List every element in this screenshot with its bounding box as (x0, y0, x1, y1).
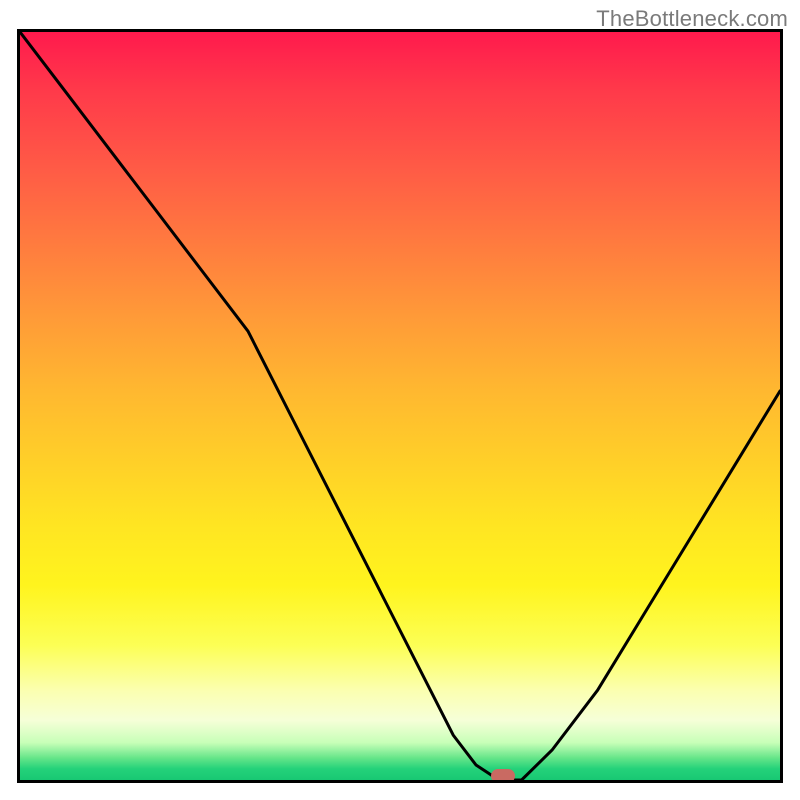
watermark-text: TheBottleneck.com (596, 6, 788, 32)
bottleneck-curve (20, 32, 780, 780)
curve-layer (20, 32, 780, 780)
chart-container: TheBottleneck.com (0, 0, 800, 800)
plot-frame (17, 29, 783, 783)
optimum-marker (491, 769, 515, 783)
